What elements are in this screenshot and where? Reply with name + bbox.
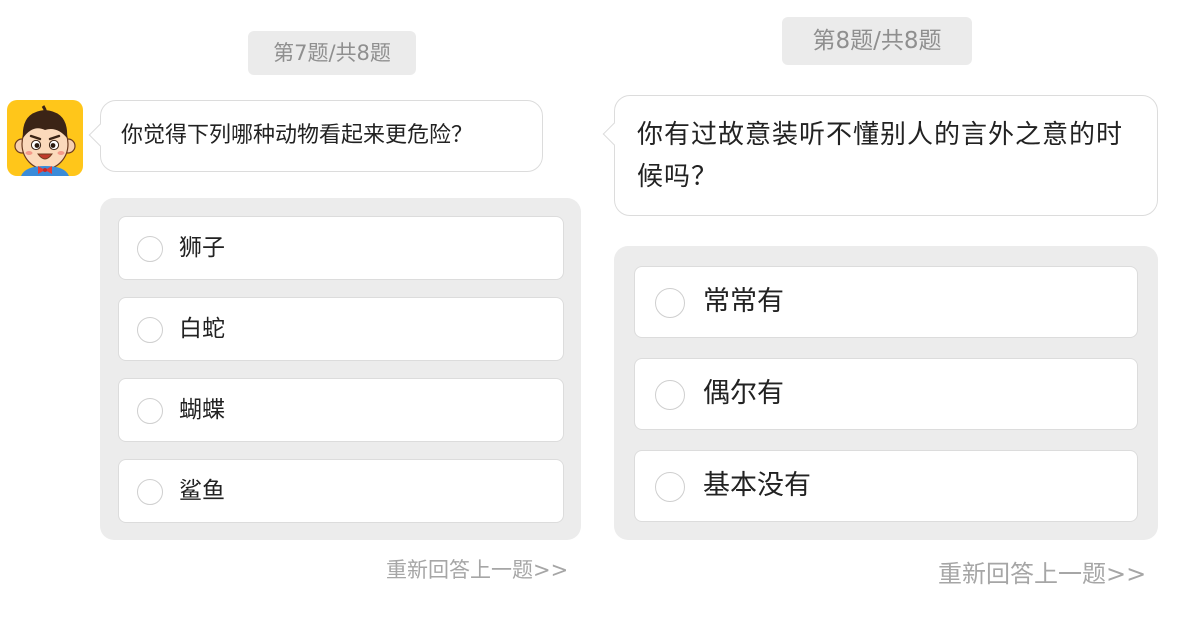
option-white-snake[interactable]: 白蛇 <box>118 297 564 361</box>
question-counter-7: 第7题/共8题 <box>248 31 416 75</box>
option-label: 常常有 <box>703 286 784 317</box>
option-label: 狮子 <box>179 235 225 261</box>
redo-previous-link[interactable]: 重新回答上一题>> <box>938 557 1146 591</box>
radio-button[interactable] <box>655 380 685 410</box>
option-label: 基本没有 <box>703 470 811 501</box>
radio-button[interactable] <box>655 288 685 318</box>
option-shark[interactable]: 鲨鱼 <box>118 459 564 523</box>
options-panel-8: 常常有 偶尔有 基本没有 <box>614 246 1158 540</box>
cartoon-boy-avatar-icon <box>7 100 83 176</box>
question-bubble-8: 你有过故意装听不懂别人的言外之意的时候吗？ <box>602 95 1158 216</box>
option-label: 蝴蝶 <box>179 397 225 423</box>
option-almost-never[interactable]: 基本没有 <box>634 450 1138 522</box>
radio-button[interactable] <box>137 317 163 343</box>
option-label: 鲨鱼 <box>179 478 225 504</box>
options-panel-7: 狮子 白蛇 蝴蝶 鲨鱼 <box>100 198 581 540</box>
radio-button[interactable] <box>137 236 163 262</box>
bubble-tail <box>88 123 112 147</box>
question-bubble-7: 你觉得下列哪种动物看起来更危险？ <box>88 100 543 172</box>
radio-button[interactable] <box>137 479 163 505</box>
option-label: 白蛇 <box>179 316 225 342</box>
option-often[interactable]: 常常有 <box>634 266 1138 338</box>
question-counter-8: 第8题/共8题 <box>782 17 972 65</box>
option-label: 偶尔有 <box>703 378 784 409</box>
radio-button[interactable] <box>655 472 685 502</box>
question-text-7: 你觉得下列哪种动物看起来更危险？ <box>121 123 474 148</box>
radio-button[interactable] <box>137 398 163 424</box>
redo-previous-link[interactable]: 重新回答上一题>> <box>386 555 568 585</box>
question-text-8: 你有过故意装听不懂别人的言外之意的时候吗？ <box>637 120 1124 192</box>
option-occasionally[interactable]: 偶尔有 <box>634 358 1138 430</box>
bubble-tail <box>602 122 626 146</box>
option-butterfly[interactable]: 蝴蝶 <box>118 378 564 442</box>
option-lion[interactable]: 狮子 <box>118 216 564 280</box>
